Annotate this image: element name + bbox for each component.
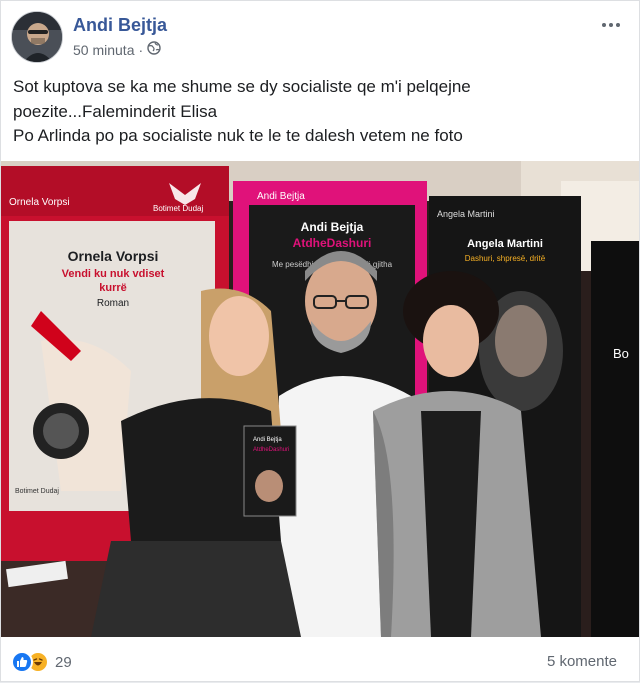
post-header: Andi Bejtja 50 minuta · <box>11 11 631 67</box>
post-meta: 50 minuta · <box>73 41 161 58</box>
poster-left-top-publisher: Botimet Dudaj <box>153 204 203 213</box>
poster-center-top-author: Andi Bejtja <box>257 191 305 202</box>
photo-scene: Ornela Vorpsi Botimet Dudaj Ornela Vorps… <box>1 161 639 637</box>
comments-count-link[interactable]: 5 komente <box>547 653 617 670</box>
post-time[interactable]: 50 minuta <box>73 42 134 58</box>
reaction-count: 29 <box>55 653 72 671</box>
post-text-line: Sot kuptova se ka me shume se dy sociali… <box>13 77 471 96</box>
poster-far-right-text: Bo <box>613 346 629 361</box>
poster-right-top-author: Angela Martini <box>437 209 495 219</box>
post-photo[interactable]: Ornela Vorpsi Botimet Dudaj Ornela Vorps… <box>1 161 639 637</box>
post-footer: 29 5 komente <box>1 641 639 683</box>
avatar-image <box>12 12 62 62</box>
meta-separator: · <box>138 41 144 58</box>
poster-left-genre: Roman <box>97 298 129 309</box>
more-dots-icon[interactable] <box>597 15 625 35</box>
post-text: Sot kuptova se ka me shume se dy sociali… <box>13 75 623 149</box>
poster-left-publisher: Botimet Dudaj <box>15 488 59 495</box>
like-icon[interactable] <box>11 651 33 673</box>
author-name[interactable]: Andi Bejtja <box>73 15 167 36</box>
held-book-title: AtdheDashuri <box>253 447 289 453</box>
poster-far-right: Bo <box>591 241 639 637</box>
poster-center-title: AtdheDashuri <box>293 236 372 250</box>
held-book-author: Andi Bejtja <box>253 437 282 443</box>
poster-center-author: Andi Bejtja <box>301 220 364 234</box>
poster-left-top-author: Ornela Vorpsi <box>9 197 70 208</box>
poster-right-title: Dashuri, shpresë, dritë <box>465 254 546 263</box>
reactions[interactable]: 29 <box>11 651 72 673</box>
globe-icon[interactable] <box>147 41 161 58</box>
post-text-line: Po Arlinda po pa socialiste nuk te le te… <box>13 126 463 145</box>
post-card: Andi Bejtja 50 minuta · Sot kuptova se k… <box>0 0 640 682</box>
poster-left-author: Ornela Vorpsi <box>68 248 159 264</box>
poster-right-author: Angela Martini <box>467 238 543 250</box>
poster-left-title-line1: Vendi ku nuk vdiset <box>62 268 165 280</box>
avatar[interactable] <box>11 11 63 63</box>
post-text-line: poezite...Faleminderit Elisa <box>13 101 218 121</box>
poster-left-title-line2: kurrë <box>99 282 127 294</box>
